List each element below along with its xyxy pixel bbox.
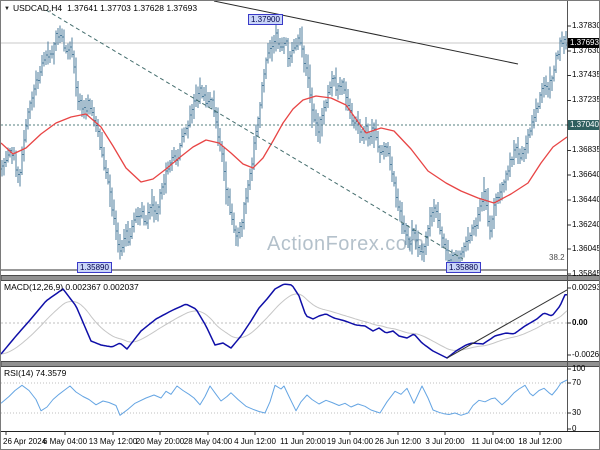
symbol-title: USDCAD,H4 bbox=[12, 3, 63, 13]
rsi-line bbox=[1, 379, 568, 416]
time-axis-label: 11 Jun 20:00 bbox=[280, 437, 326, 446]
main-pane-header: ▼ USDCAD,H4 1.37641 1.37703 1.37628 1.3769… bbox=[4, 3, 197, 13]
ascending-macd-trendline[interactable] bbox=[446, 289, 568, 359]
macd-axis-label: 0.002937 bbox=[572, 282, 599, 292]
macd-axis-label: -0.002669 bbox=[572, 349, 600, 359]
resistance-price-label[interactable]: 1.37900 bbox=[248, 14, 283, 25]
price-axis-label: 1.37435 bbox=[572, 70, 600, 80]
time-axis-label: 19 Jun 04:00 bbox=[326, 437, 374, 446]
rsi-axis-label: 0 bbox=[572, 424, 577, 433]
chart-window: ActionForex.com ▼ USDCAD,H4 1.37641 1.3770… bbox=[0, 0, 600, 450]
macd-line bbox=[1, 283, 567, 359]
time-axis-label: 28 May 04:00 bbox=[183, 437, 233, 446]
macd-pane-header: MACD(12,26,9) 0.002367 0.002037 bbox=[4, 282, 139, 292]
time-axis-label: 26 Jun 12:00 bbox=[374, 437, 422, 446]
price-axis-label: 1.36440 bbox=[572, 194, 600, 204]
time-axis-label: 13 May 12:00 bbox=[88, 437, 138, 446]
time-axis-label: 6 May 04:00 bbox=[42, 437, 88, 446]
rsi-pane-header: RSI(14) 74.3579 bbox=[4, 368, 67, 378]
pane-separator[interactable] bbox=[1, 361, 600, 367]
chart-canvas bbox=[1, 1, 600, 435]
time-axis-label: 26 Apr 2024 bbox=[3, 437, 47, 446]
time-axis-label: 3 Jul 20:00 bbox=[425, 437, 465, 446]
macd-axis-label: 0.00 bbox=[572, 318, 588, 327]
symbol-dropdown-icon[interactable]: ▼ bbox=[4, 6, 10, 12]
macd-signal-line bbox=[1, 293, 568, 355]
price-axis-label: 1.35845 bbox=[572, 269, 600, 279]
current-price-axis-label: 1.37693 bbox=[568, 38, 599, 48]
price-axis-label: 1.37235 bbox=[572, 95, 600, 105]
rsi-axis-label: 30 bbox=[572, 408, 581, 417]
time-axis-label: 20 May 20:00 bbox=[135, 437, 185, 446]
support-price-label-right[interactable]: 1.35880 bbox=[446, 262, 481, 273]
support-price-label-left[interactable]: 1.35890 bbox=[77, 262, 112, 273]
rsi-axis-label: 70 bbox=[572, 378, 581, 387]
rsi-axis-label: 100 bbox=[572, 364, 586, 373]
price-axis-label: 1.36045 bbox=[572, 244, 600, 254]
price-axis-label: 1.37830 bbox=[572, 21, 600, 30]
ohlc-bars bbox=[1, 25, 567, 272]
price-axis-label: 1.36835 bbox=[572, 145, 600, 155]
level-price-axis-label: 1.37040 bbox=[568, 120, 599, 130]
descending-solid-trendline[interactable] bbox=[213, 1, 519, 65]
ohlc-values: 1.37641 1.37703 1.37628 1.37693 bbox=[67, 3, 198, 13]
pane-separator[interactable] bbox=[1, 275, 600, 281]
fib-retracement-label: 38.2 bbox=[549, 253, 565, 262]
ohlc-bar-ticks bbox=[1, 32, 567, 265]
time-axis-label: 4 Jun 12:00 bbox=[234, 437, 276, 446]
price-axis-label: 1.36640 bbox=[572, 169, 600, 179]
time-axis-label: 11 Jul 04:00 bbox=[471, 437, 515, 446]
price-axis-label: 1.36240 bbox=[572, 219, 600, 229]
time-axis-label: 18 Jul 12:00 bbox=[518, 437, 562, 446]
